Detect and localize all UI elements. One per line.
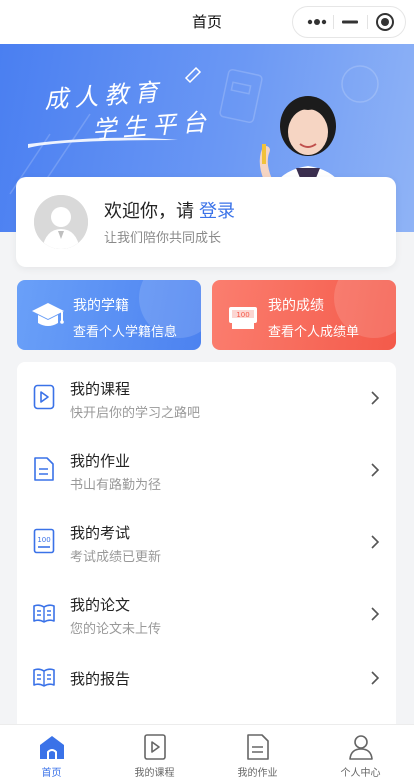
minimize-icon[interactable]: [330, 7, 370, 37]
welcome-text: 欢迎你，请 登录: [104, 197, 235, 223]
menu-item-title: 我的作业: [70, 453, 131, 470]
welcome-prefix: 欢迎你，请: [104, 201, 194, 221]
chevron-right-icon: [370, 462, 380, 478]
homework-tab-icon: [244, 733, 272, 761]
menu-item-thesis[interactable]: 我的论文 您的论文未上传: [17, 578, 396, 650]
user-tab-icon: [347, 733, 375, 761]
tab-label: 我的作业: [237, 768, 278, 779]
bottom-tab-bar: 首页 我的课程 我的作业 个人中心: [0, 724, 414, 780]
tab-label: 个人中心: [340, 768, 381, 779]
chevron-right-icon: [370, 390, 380, 406]
tab-profile[interactable]: 个人中心: [309, 725, 412, 780]
home-icon: [38, 733, 66, 761]
menu-item-homework[interactable]: 我的作业 书山有路勤为径: [17, 434, 396, 506]
tab-home[interactable]: 首页: [0, 725, 103, 780]
menu-item-exams[interactable]: 100 我的考试 考试成绩已更新: [17, 506, 396, 578]
exam-icon-text: 100: [37, 536, 50, 544]
quick-card-subtitle: 查看个人成绩单: [268, 324, 360, 339]
tab-label: 我的课程: [134, 768, 175, 779]
course-tab-icon: [141, 733, 169, 761]
menu-item-courses[interactable]: 我的课程 快开启你的学习之路吧: [17, 362, 396, 434]
menu-item-title: 我的课程: [70, 381, 131, 398]
quick-card-title: 我的成绩: [268, 297, 324, 313]
tab-homework[interactable]: 我的作业: [206, 725, 309, 780]
target-close-icon[interactable]: [365, 7, 405, 37]
login-link[interactable]: 登录: [199, 201, 235, 221]
default-avatar-icon[interactable]: [34, 195, 88, 249]
student-status-card[interactable]: 我的学籍 查看个人学籍信息: [17, 280, 201, 350]
chevron-right-icon: [370, 670, 380, 686]
score-card[interactable]: 100 我的成绩 查看个人成绩单: [212, 280, 396, 350]
menu-item-subtitle: 快开启你的学习之路吧: [70, 405, 201, 420]
exam-score-icon: 100: [33, 528, 55, 554]
menu-list: 我的课程 快开启你的学习之路吧 我的作业 书山有路勤为径 100 我的考试 考试…: [17, 362, 396, 742]
score-report-icon: 100: [224, 297, 262, 335]
menu-item-title: 我的考试: [70, 525, 131, 542]
top-navigation-bar: 首页: [0, 0, 414, 44]
graduation-cap-icon: [29, 297, 67, 335]
chevron-right-icon: [370, 534, 380, 550]
report-book-icon: [33, 664, 55, 690]
menu-item-subtitle: 考试成绩已更新: [70, 549, 162, 564]
menu-item-title: 我的报告: [70, 671, 131, 688]
profile-subtitle: 让我们陪你共同成长: [104, 230, 222, 245]
thesis-book-icon: [33, 600, 55, 626]
tab-label: 首页: [41, 768, 62, 779]
chevron-right-icon: [370, 606, 380, 622]
profile-card: 欢迎你，请 登录 让我们陪你共同成长: [16, 177, 396, 267]
score-icon-text: 100: [236, 311, 249, 319]
tab-courses[interactable]: 我的课程: [103, 725, 206, 780]
mini-program-capsule: [292, 6, 406, 38]
homework-doc-icon: [33, 456, 55, 482]
course-play-icon: [33, 384, 55, 410]
quick-card-title: 我的学籍: [73, 297, 129, 313]
menu-item-subtitle: 您的论文未上传: [70, 621, 162, 636]
menu-item-title: 我的论文: [70, 597, 131, 614]
menu-item-subtitle: 书山有路勤为径: [70, 477, 162, 492]
quick-card-subtitle: 查看个人学籍信息: [73, 324, 178, 339]
menu-item-report[interactable]: 我的报告: [17, 650, 396, 722]
